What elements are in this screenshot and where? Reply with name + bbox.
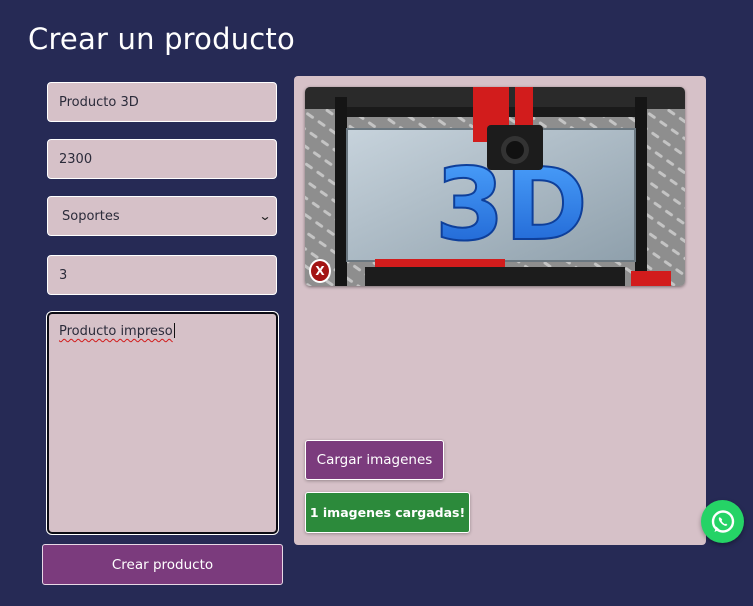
product-name-input[interactable]: Producto 3D — [47, 82, 277, 122]
image-upload-panel: 3D X Cargar imagenes 1 imagenes cargadas… — [294, 76, 706, 545]
chevron-down-icon: ⌄ — [258, 209, 272, 223]
category-selected-value: Soportes — [62, 208, 120, 224]
page-title: Crear un producto — [28, 22, 295, 56]
remove-image-button[interactable]: X — [309, 259, 331, 283]
description-textarea[interactable]: Producto impreso — [47, 312, 278, 534]
product-stock-value: 3 — [59, 267, 68, 283]
category-select[interactable]: Soportes ⌄ — [47, 196, 277, 236]
product-price-input[interactable]: 2300 — [47, 139, 277, 179]
create-product-button[interactable]: Crear producto — [42, 544, 283, 585]
description-value: Producto impreso — [59, 324, 173, 339]
product-price-value: 2300 — [59, 151, 93, 167]
product-name-value: Producto 3D — [59, 94, 139, 110]
upload-status-badge: 1 imagenes cargadas! — [305, 492, 470, 533]
text-caret — [173, 323, 175, 338]
product-stock-input[interactable]: 3 — [47, 255, 277, 295]
printer-photo: 3D — [305, 87, 685, 286]
image-preview: 3D — [305, 87, 685, 286]
whatsapp-icon — [711, 509, 734, 533]
upload-images-button[interactable]: Cargar imagenes — [305, 440, 444, 480]
whatsapp-chat-button[interactable] — [701, 500, 744, 543]
